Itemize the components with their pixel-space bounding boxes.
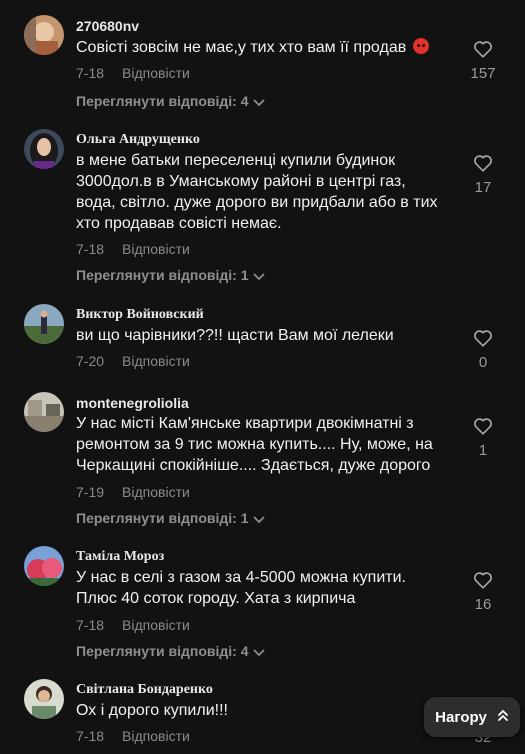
comment-text: ви що чарівники??!! щасти Вам мої лелеки: [76, 327, 394, 344]
comment-date: 7-20: [76, 353, 105, 369]
comment-text: Совісті зовсім не має,у тих хто вам її п…: [76, 37, 446, 58]
avatar[interactable]: [24, 679, 64, 719]
reply-button[interactable]: Відповісти: [122, 617, 190, 633]
comment-meta: 7-18 Відповісти: [76, 617, 190, 633]
comment-username[interactable]: Світлана Бондаренко: [76, 682, 213, 698]
reply-button[interactable]: Відповісти: [122, 241, 190, 257]
like-count: 16: [474, 596, 492, 613]
like-count: 17: [474, 179, 492, 196]
chevron-down-icon: [252, 511, 265, 527]
comment-text: Ох і дорого купили!!!: [76, 702, 228, 719]
avatar[interactable]: [24, 546, 64, 586]
comment-text: У нас в селі з газом за 4-5000 можна куп…: [76, 569, 406, 607]
heart-icon: [474, 330, 492, 347]
comment-username[interactable]: 270680nv: [76, 18, 139, 34]
like-count: 157: [470, 65, 496, 82]
view-replies-label: Переглянути відповіді: 4: [76, 643, 249, 659]
view-replies-button[interactable]: Переглянути відповіді: 1: [76, 267, 265, 284]
reply-button[interactable]: Відповісти: [122, 728, 190, 744]
view-replies-button[interactable]: Переглянути відповіді: 4: [76, 643, 265, 660]
like-button[interactable]: 16: [462, 571, 504, 613]
comment-username[interactable]: Ольга Андрущенко: [76, 132, 200, 148]
like-count: 1: [478, 442, 488, 459]
chevron-down-icon: [252, 268, 265, 284]
comment-text: в мене батьки переселенці купили будинок…: [76, 152, 438, 232]
heart-icon: [474, 572, 492, 589]
like-button[interactable]: 1: [462, 417, 504, 459]
comment-meta: 7-18 Відповісти: [76, 241, 190, 257]
like-count: 0: [478, 354, 488, 371]
reply-button[interactable]: Відповісти: [122, 484, 190, 500]
comment-meta: 7-20 Відповісти: [76, 353, 190, 369]
comment-text: У нас місті Кам'янське квартири двокімна…: [76, 415, 433, 474]
comment-meta: 7-18 Відповісти: [76, 728, 190, 744]
heart-icon: [474, 155, 492, 172]
comment-date: 7-18: [76, 728, 105, 744]
comment-date: 7-18: [76, 241, 105, 257]
reply-button[interactable]: Відповісти: [122, 353, 190, 369]
comment-text-body: Совісті зовсім не має,у тих хто вам її п…: [76, 39, 407, 56]
chevron-down-icon: [252, 94, 265, 110]
back-to-top-label: Нагору: [435, 708, 487, 726]
view-replies-button[interactable]: Переглянути відповіді: 1: [76, 510, 265, 527]
view-replies-label: Переглянути відповіді: 4: [76, 93, 249, 109]
heart-icon: [474, 418, 492, 435]
comment-date: 7-18: [76, 65, 105, 81]
comment-username[interactable]: montenegroliolia: [76, 395, 189, 411]
view-replies-button[interactable]: Переглянути відповіді: 4: [76, 93, 265, 110]
back-to-top-button[interactable]: Нагору: [424, 697, 520, 737]
avatar[interactable]: [24, 304, 64, 344]
comment-username[interactable]: Виктор Войновский: [76, 307, 204, 323]
avatar[interactable]: [24, 15, 64, 55]
reply-button[interactable]: Відповісти: [122, 65, 190, 81]
like-button[interactable]: 157: [462, 40, 504, 82]
like-button[interactable]: 0: [462, 329, 504, 371]
comments-panel: 270680nv Совісті зовсім не має,у тих хто…: [0, 0, 525, 754]
comment-date: 7-18: [76, 617, 105, 633]
comment-date: 7-19: [76, 484, 105, 500]
double-chevron-up-icon: [497, 708, 509, 726]
avatar[interactable]: [24, 392, 64, 432]
view-replies-label: Переглянути відповіді: 1: [76, 267, 249, 283]
avatar[interactable]: [24, 129, 64, 169]
comment-username[interactable]: Таміла Мороз: [76, 549, 164, 565]
angry-face-icon: [412, 38, 429, 54]
comment-meta: 7-19 Відповісти: [76, 484, 190, 500]
like-button[interactable]: 17: [462, 154, 504, 196]
comment-meta: 7-18 Відповісти: [76, 65, 190, 81]
heart-icon: [474, 41, 492, 58]
chevron-down-icon: [252, 644, 265, 660]
view-replies-label: Переглянути відповіді: 1: [76, 510, 249, 526]
